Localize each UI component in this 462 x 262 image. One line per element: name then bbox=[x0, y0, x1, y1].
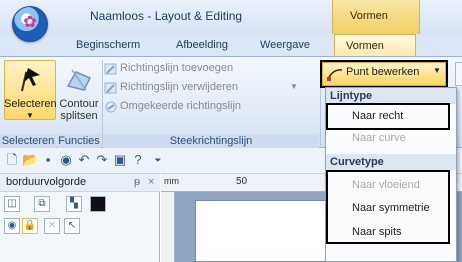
remove-direction-line-icon bbox=[104, 82, 117, 94]
group-label-select: Selecteren bbox=[0, 134, 56, 148]
ruler-unit: mm bbox=[164, 176, 179, 186]
contour-split-label-line1: Contour bbox=[59, 98, 99, 110]
sew-order-panel-title: borduurvolgorde bbox=[6, 176, 87, 188]
frame-view-icon[interactable]: ◫ bbox=[4, 196, 20, 212]
menu-item-to-curve: Naar curve bbox=[352, 132, 406, 144]
lock-icon[interactable]: 🔒 bbox=[22, 218, 38, 234]
select-button-label: Selecteren bbox=[4, 98, 57, 110]
arrange-icon[interactable]: ⧉ bbox=[34, 196, 50, 212]
contour-split-icon bbox=[66, 69, 92, 91]
vertical-ruler bbox=[161, 192, 175, 262]
remove-direction-caret-icon[interactable]: ▼ bbox=[290, 82, 298, 91]
select-arrow-icon bbox=[21, 68, 40, 92]
select-dropdown-caret-icon[interactable]: ▼ bbox=[24, 111, 36, 120]
help-icon[interactable]: ? bbox=[130, 152, 146, 168]
color-icon[interactable]: ▚ bbox=[66, 196, 82, 212]
next-group-button-partial[interactable] bbox=[455, 62, 462, 86]
ruler-mark-50: 50 bbox=[236, 176, 248, 187]
panel-pin-icon[interactable]: ᵽ bbox=[134, 176, 140, 188]
group-label-functions: Functies bbox=[57, 134, 101, 148]
add-direction-line-icon bbox=[104, 63, 117, 75]
highlight-frame-edit-point bbox=[320, 60, 448, 88]
cursor-icon[interactable]: ↖ bbox=[64, 218, 80, 234]
redo-icon[interactable]: ↷ bbox=[94, 152, 110, 168]
open-icon[interactable]: 📂 bbox=[22, 152, 38, 168]
remove-direction-line-command[interactable]: Richtingslijn verwijderen bbox=[120, 81, 238, 93]
context-tab-group-label: Vormen bbox=[350, 10, 388, 22]
flower-logo-icon: ✿ bbox=[23, 14, 37, 31]
highlight-frame-curve-type bbox=[326, 170, 450, 244]
reverse-direction-line-command[interactable]: Omgekeerde richtingslijn bbox=[120, 100, 241, 112]
tab-afbeelding[interactable]: Afbeelding bbox=[176, 39, 228, 51]
panel-close-icon[interactable]: × bbox=[148, 176, 154, 188]
menu-header-line-type: Lijntype bbox=[326, 88, 456, 104]
tab-vormen-label: Vormen bbox=[346, 40, 384, 52]
tab-weergave[interactable]: Weergave bbox=[260, 39, 310, 51]
reverse-direction-line-icon bbox=[105, 101, 117, 113]
undo-icon[interactable]: ↶ bbox=[76, 152, 92, 168]
tab-beginscherm[interactable]: Beginscherm bbox=[76, 39, 140, 51]
save-icon[interactable]: ▪ bbox=[40, 152, 56, 168]
delete-icon[interactable]: ✕ bbox=[44, 218, 60, 234]
menu-header-curve-type: Curvetype bbox=[326, 154, 456, 170]
zoom-icon[interactable]: ◉ bbox=[58, 152, 74, 168]
add-direction-line-command[interactable]: Richtingslijn toevoegen bbox=[120, 62, 233, 74]
eye-icon[interactable]: ◉ bbox=[4, 218, 20, 234]
contour-split-label-line2: splitsen bbox=[60, 110, 98, 122]
application-menu-button[interactable]: ✿ bbox=[12, 6, 48, 42]
qat-more-icon[interactable]: ⏷ bbox=[150, 152, 166, 168]
group-label-stitch-direction: Steekrichtingslijn bbox=[103, 134, 319, 148]
fill-color-swatch-icon[interactable] bbox=[90, 196, 106, 212]
window-title: Naamloos - Layout & Editing bbox=[90, 9, 243, 23]
view-icon[interactable]: ▣ bbox=[112, 152, 128, 168]
new-icon[interactable]: 🗋 bbox=[4, 152, 20, 168]
highlight-frame-line-type bbox=[326, 103, 450, 130]
